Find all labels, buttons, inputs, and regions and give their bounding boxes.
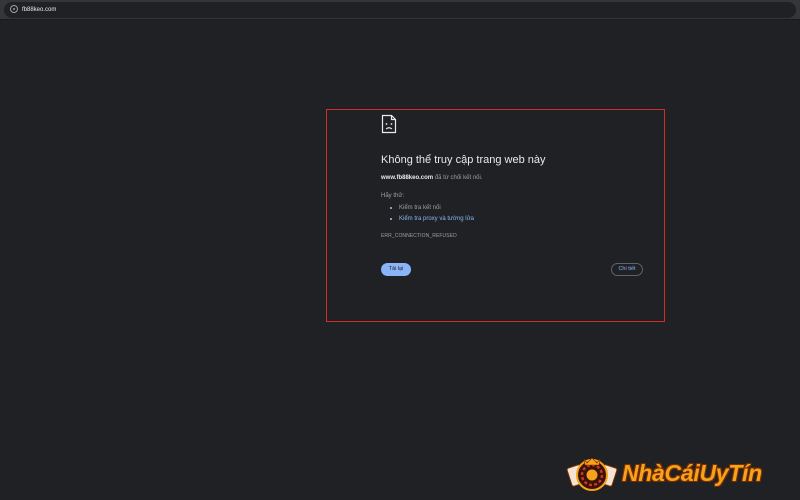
error-host: www.fb88keo.com [381,175,434,181]
suggestion-check-connection: Kiểm tra kết nối [390,203,474,214]
watermark: NhàCáiUyTín [566,452,796,496]
error-code: ERR_CONNECTION_REFUSED [381,233,457,239]
watermark-text: NhàCáiUyTín [622,460,762,486]
browser-toolbar: fb88keo.com [0,0,800,20]
details-button[interactable]: Chi tiết [611,263,643,276]
casino-emblem-icon [566,457,618,491]
suggestion-check-proxy-firewall-link[interactable]: Kiểm tra proxy và tường lửa [390,214,474,225]
error-message: đã từ chối kết nối. [434,175,483,181]
annotation-highlight-box [326,109,665,322]
url-text[interactable]: fb88keo.com [22,4,56,16]
site-info-icon[interactable] [10,5,18,13]
toolbar-divider [0,19,800,20]
sad-page-icon [381,114,397,134]
address-bar[interactable]: fb88keo.com [4,2,796,18]
try-label: Hãy thử: [381,193,405,199]
error-title: Không thể truy cập trang web này [381,154,546,166]
reload-button[interactable]: Tải lại [381,263,411,276]
error-description: www.fb88keo.com đã từ chối kết nối. [381,175,483,181]
suggestion-list: Kiểm tra kết nối Kiểm tra proxy và tường… [390,203,474,225]
